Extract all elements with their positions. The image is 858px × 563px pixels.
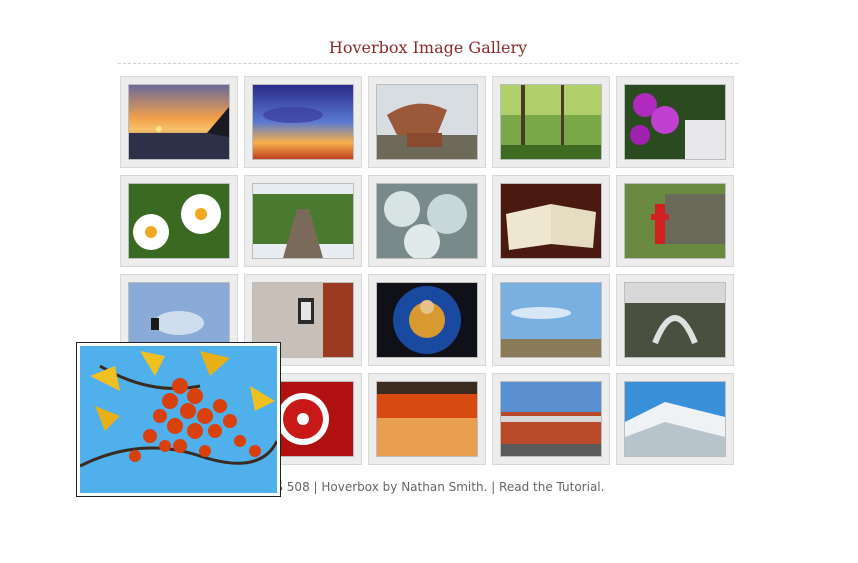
thumbnail-stained-glass[interactable] [368, 274, 486, 366]
thumbnail-daisies[interactable] [120, 175, 238, 267]
thumbnail-rock-formation[interactable] [368, 76, 486, 168]
thumbnail-plains-sky[interactable] [492, 274, 610, 366]
page-title: Hoverbox Image Gallery [328, 38, 528, 57]
title-divider [118, 63, 738, 64]
enlarged-image-popup[interactable] [76, 342, 281, 497]
thumbnail-fire-hydrant[interactable] [616, 175, 734, 267]
thumbnail-forest-path[interactable] [492, 76, 610, 168]
thumbnail-rail-tracks[interactable] [244, 175, 362, 267]
thumbnail-stadium[interactable] [492, 373, 610, 465]
thumbnail-frost-pine[interactable] [368, 175, 486, 267]
thumbnail-modern-sculpture[interactable] [616, 274, 734, 366]
thumbnail-purple-flowers[interactable] [616, 76, 734, 168]
thumbnail-basketball-game[interactable] [368, 373, 486, 465]
thumbnail-snowy-mountain[interactable] [616, 373, 734, 465]
thumbnail-sunset-sea[interactable] [120, 76, 238, 168]
thumbnail-sunset-birds[interactable] [244, 76, 362, 168]
thumbnail-open-bible[interactable] [492, 175, 610, 267]
berries-enlarged-image [80, 346, 277, 493]
